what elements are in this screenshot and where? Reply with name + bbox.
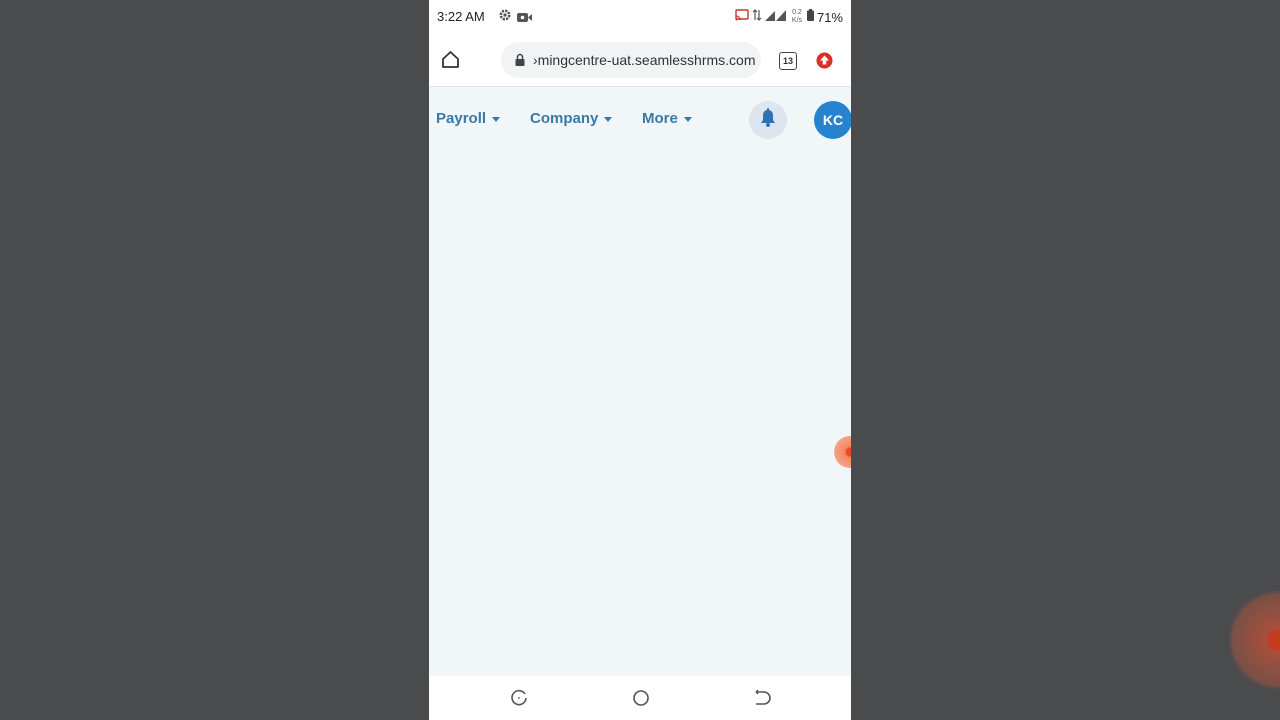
lock-icon: [515, 53, 525, 71]
avatar[interactable]: KC: [814, 101, 851, 139]
nav-payroll-label: Payroll: [436, 110, 487, 127]
home-icon[interactable]: [441, 50, 460, 74]
video-camera-icon: [517, 10, 532, 28]
gear-icon: [498, 8, 512, 27]
notifications-button[interactable]: [749, 101, 787, 139]
url-text: ›mingcentre-uat.seamlesshrms.com: [533, 52, 756, 68]
status-time: 3:22 AM: [437, 9, 485, 24]
phone-screen: 3:22 AM 0.2 K/s 71% ›mingcentre-uat.seam…: [429, 0, 851, 720]
network-speed: 0.2 K/s: [790, 9, 804, 25]
nav-more[interactable]: More: [642, 110, 692, 127]
signal-icon: [764, 8, 787, 26]
network-speed-value: 0.2: [792, 9, 802, 16]
top-nav: Payroll Company More KC: [429, 86, 851, 156]
cast-icon: [735, 8, 749, 26]
nav-company[interactable]: Company: [530, 110, 613, 127]
nav-more-label: More: [642, 110, 678, 127]
network-speed-unit: K/s: [791, 17, 803, 24]
touch-indicator-outer: [1228, 590, 1280, 690]
bell-icon: [759, 107, 777, 133]
android-nav-bar: [429, 676, 851, 720]
home-circle-icon[interactable]: [632, 689, 650, 712]
data-arrows-icon: [752, 8, 762, 27]
recents-icon[interactable]: [510, 689, 528, 712]
back-icon[interactable]: [753, 689, 771, 712]
touch-indicator: [834, 436, 851, 468]
nav-company-label: Company: [530, 110, 599, 127]
extension-icon[interactable]: [816, 52, 833, 74]
tabs-icon[interactable]: 13: [779, 52, 797, 70]
caret-down-icon: [604, 117, 613, 122]
battery-percent: 71%: [816, 9, 843, 25]
browser-address-bar: ›mingcentre-uat.seamlesshrms.com 13: [429, 34, 851, 87]
battery-icon: [806, 8, 814, 26]
status-bar: 3:22 AM 0.2 K/s 71%: [429, 0, 851, 34]
caret-down-icon: [492, 117, 501, 122]
nav-payroll[interactable]: Payroll: [436, 110, 501, 127]
caret-down-icon: [683, 117, 692, 122]
url-bar[interactable]: ›mingcentre-uat.seamlesshrms.com: [501, 42, 761, 78]
